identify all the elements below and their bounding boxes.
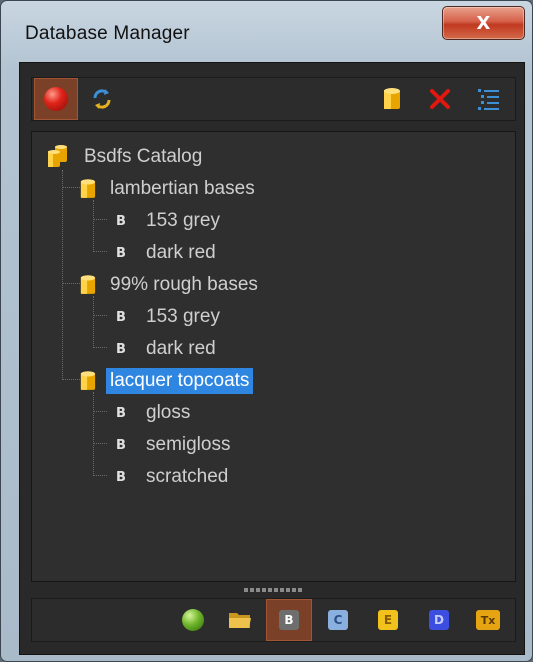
tree-connector <box>93 443 107 444</box>
tree-group-node[interactable]: 99% rough bases <box>80 270 262 300</box>
tree-connector <box>93 251 107 252</box>
tree-group-label: lambertian bases <box>110 178 255 199</box>
tree-item-label: semigloss <box>146 434 231 455</box>
tree-connector <box>93 296 94 348</box>
tree-item-node[interactable]: B semigloss <box>116 430 234 460</box>
texture-filter-button[interactable]: Tx <box>468 599 508 641</box>
d-icon: D <box>429 610 449 630</box>
top-toolbar <box>31 77 516 121</box>
add-database-button[interactable] <box>377 78 407 120</box>
delete-icon <box>430 89 450 109</box>
tree-item-node[interactable]: B 153 grey <box>116 206 224 236</box>
client-area: Bsdfs Catalog lambertian bases B 153 gre… <box>19 62 525 655</box>
list-view-button[interactable] <box>472 78 506 120</box>
tree-item-node[interactable]: B 153 grey <box>116 302 224 332</box>
database-icon <box>80 371 96 390</box>
tree-root-label: Bsdfs Catalog <box>84 146 203 167</box>
record-icon <box>44 87 68 111</box>
tree-connector <box>93 411 107 412</box>
database-icon <box>384 88 400 109</box>
tree-root-node[interactable]: Bsdfs Catalog <box>46 142 206 172</box>
tree-connector <box>93 219 107 220</box>
refresh-icon <box>93 89 111 109</box>
close-icon: X <box>476 12 491 34</box>
delete-button[interactable] <box>424 78 456 120</box>
bsdf-filter-button[interactable]: B <box>266 599 312 641</box>
bsdf-b-icon: B <box>116 405 126 421</box>
tree-item-label: gloss <box>146 402 191 423</box>
database-manager-window: Database Manager X Bsdfs Catalog lambert… <box>0 0 533 662</box>
e-icon: E <box>378 610 398 630</box>
tree-group-node-selected[interactable]: lacquer topcoats <box>80 366 254 396</box>
catalog-icon <box>48 145 67 167</box>
window-title: Database Manager <box>25 23 190 44</box>
tree-group-label: 99% rough bases <box>110 274 258 295</box>
panel-splitter-grip[interactable] <box>233 588 313 592</box>
tree-connector <box>93 347 107 348</box>
bsdf-b-icon: B <box>116 309 126 325</box>
bsdf-b-icon: B <box>116 245 126 261</box>
e-filter-button[interactable]: E <box>370 599 406 641</box>
record-button[interactable] <box>34 78 78 120</box>
bsdf-b-icon: B <box>116 341 126 357</box>
tree-connector <box>62 170 63 380</box>
tree-item-label: 153 grey <box>146 306 220 327</box>
tree-item-label: scratched <box>146 466 229 487</box>
bsdf-b-icon: B <box>279 610 299 630</box>
tree-connector <box>93 475 107 476</box>
catalog-tree: Bsdfs Catalog lambertian bases B 153 gre… <box>31 131 516 582</box>
tree-group-label: lacquer topcoats <box>106 368 254 394</box>
bsdf-b-icon: B <box>116 469 126 485</box>
tree-item-node[interactable]: B gloss <box>116 398 194 428</box>
tree-connector <box>62 187 82 188</box>
bottom-toolbar: B C E D Tx <box>31 598 516 642</box>
c-icon: C <box>328 610 348 630</box>
material-button[interactable] <box>175 599 211 641</box>
material-sphere-icon <box>182 609 204 631</box>
database-icon <box>80 275 96 294</box>
bsdf-b-icon: B <box>116 213 126 229</box>
texture-icon: Tx <box>476 610 500 630</box>
close-button[interactable]: X <box>442 6 525 40</box>
tree-connector <box>62 379 82 380</box>
tree-group-node[interactable]: lambertian bases <box>80 174 259 204</box>
list-icon <box>478 89 499 110</box>
database-icon <box>80 179 96 198</box>
d-filter-button[interactable]: D <box>421 599 457 641</box>
tree-item-node[interactable]: B dark red <box>116 238 220 268</box>
tree-item-label: 153 grey <box>146 210 220 231</box>
tree-item-label: dark red <box>146 338 216 359</box>
tree-item-node[interactable]: B dark red <box>116 334 220 364</box>
folder-icon <box>229 613 251 628</box>
tree-connector <box>93 200 94 252</box>
tree-item-node[interactable]: B scratched <box>116 462 232 492</box>
tree-item-label: dark red <box>146 242 216 263</box>
c-filter-button[interactable]: C <box>320 599 356 641</box>
refresh-button[interactable] <box>84 78 120 120</box>
tree-connector <box>93 392 94 476</box>
bsdf-b-icon: B <box>116 437 126 453</box>
open-folder-button[interactable] <box>222 599 258 641</box>
tree-connector <box>93 315 107 316</box>
tree-connector <box>62 283 82 284</box>
